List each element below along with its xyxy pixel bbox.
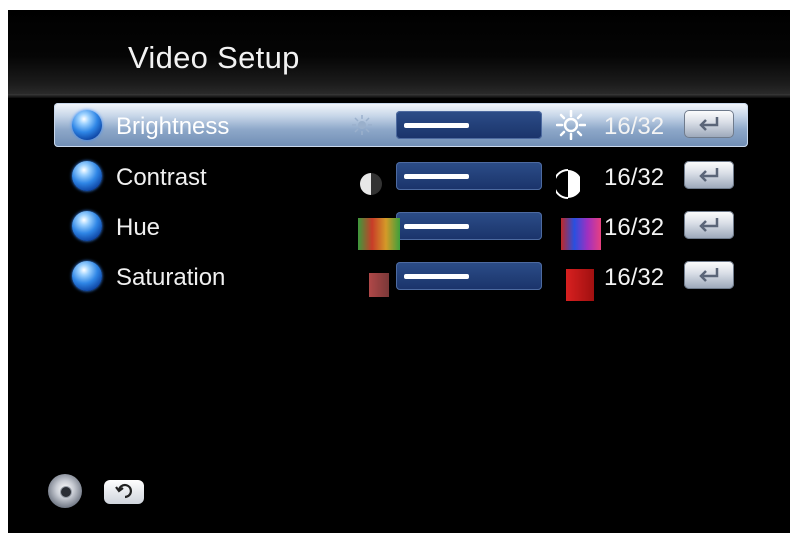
saturation-slider[interactable] <box>396 262 542 290</box>
enter-arrow-icon <box>699 168 719 182</box>
enter-button[interactable] <box>684 211 734 239</box>
enter-arrow-icon <box>699 117 719 131</box>
back-return-icon <box>115 483 132 499</box>
contrast-high-icon <box>556 169 580 199</box>
dpad-center <box>60 486 72 498</box>
saturation-low-icon <box>369 273 389 297</box>
setting-row-saturation[interactable]: Saturation 16/32 <box>54 254 748 298</box>
title-bar: Video Setup <box>8 10 790 94</box>
contrast-slider[interactable] <box>396 162 542 190</box>
bullet-orb-icon <box>72 110 102 140</box>
setting-label: Contrast <box>116 164 207 191</box>
slider-fill <box>404 123 469 128</box>
contrast-low-icon <box>360 173 382 195</box>
slider-fill <box>404 274 469 279</box>
sun-bright-icon <box>556 110 586 140</box>
hue-low-icon <box>358 218 400 250</box>
setting-row-brightness[interactable]: Brightness 16/32 <box>54 103 748 147</box>
setting-label: Brightness <box>116 113 230 140</box>
page-title: Video Setup <box>128 40 300 75</box>
dpad-navigation-icon <box>48 474 82 508</box>
setting-value: 16/32 <box>604 113 665 140</box>
enter-button[interactable] <box>684 110 734 138</box>
slider-fill <box>404 174 469 179</box>
hue-slider[interactable] <box>396 212 542 240</box>
title-divider <box>8 94 790 98</box>
setting-row-contrast[interactable]: Contrast 16/32 <box>54 154 748 198</box>
bullet-orb-icon <box>72 261 102 291</box>
saturation-high-icon <box>566 269 594 301</box>
hue-high-icon <box>561 218 601 250</box>
brightness-slider[interactable] <box>396 111 542 139</box>
bullet-orb-icon <box>72 211 102 241</box>
setting-value: 16/32 <box>604 164 665 191</box>
sun-dim-icon <box>352 115 372 135</box>
enter-button[interactable] <box>684 161 734 189</box>
setting-value: 16/32 <box>604 214 665 241</box>
setting-value: 16/32 <box>604 264 665 291</box>
video-setup-screen: Video Setup Brightness 16/32 Contrast 16… <box>8 10 790 533</box>
back-button[interactable] <box>104 480 144 504</box>
slider-fill <box>404 224 469 229</box>
enter-arrow-icon <box>699 268 719 282</box>
setting-row-hue[interactable]: Hue 16/32 <box>54 204 748 248</box>
enter-arrow-icon <box>699 218 719 232</box>
enter-button[interactable] <box>684 261 734 289</box>
setting-label: Hue <box>116 214 161 241</box>
setting-label: Saturation <box>116 264 226 291</box>
bullet-orb-icon <box>72 161 102 191</box>
